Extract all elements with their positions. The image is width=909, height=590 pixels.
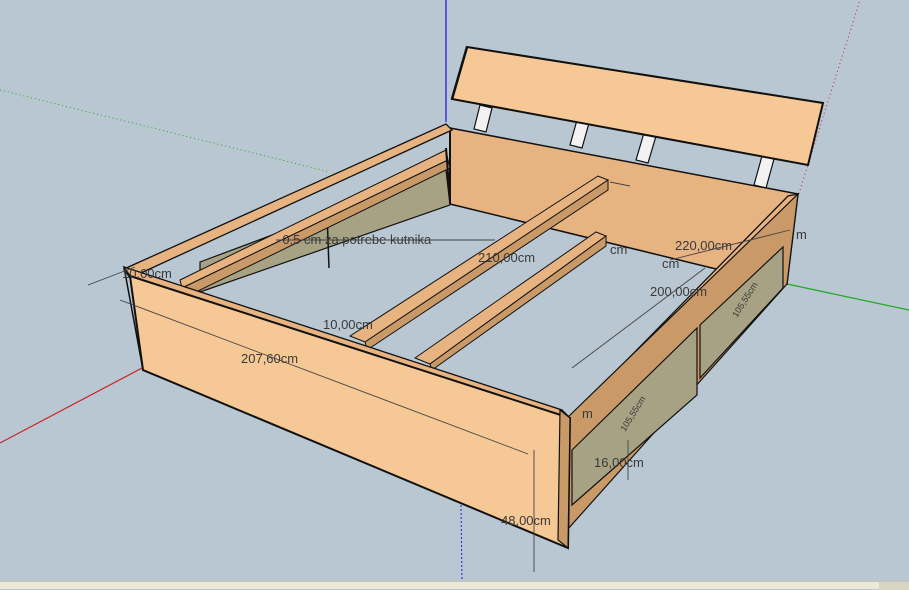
dim-label-length: 207,60cm — [241, 351, 298, 366]
dim-label-cut-1: cm — [610, 242, 627, 257]
dim-label-cut-3: m — [582, 406, 593, 421]
dim-label-drawer-height: 16,00cm — [594, 455, 644, 470]
dim-label-width-inner: 200,00cm — [650, 284, 707, 299]
dim-label-width-outer: 220,00cm — [675, 238, 732, 253]
dim-label-slat-length: 210,00cm — [478, 250, 535, 265]
sketchup-3d-viewport[interactable]: -0,5 cm za potrebe kutnika 207,60cm 48,0… — [0, 0, 909, 581]
dim-label-rail-width: 10,00cm — [122, 266, 172, 281]
dim-label-board-thickness: 10,00cm — [323, 317, 373, 332]
dim-label-height: 48,00cm — [501, 513, 551, 528]
status-bar — [0, 581, 909, 590]
dim-label-note: -0,5 cm za potrebe kutnika — [278, 232, 432, 247]
dim-label-cut-4: cm — [662, 256, 679, 271]
dim-label-cut-2: m — [796, 227, 807, 242]
